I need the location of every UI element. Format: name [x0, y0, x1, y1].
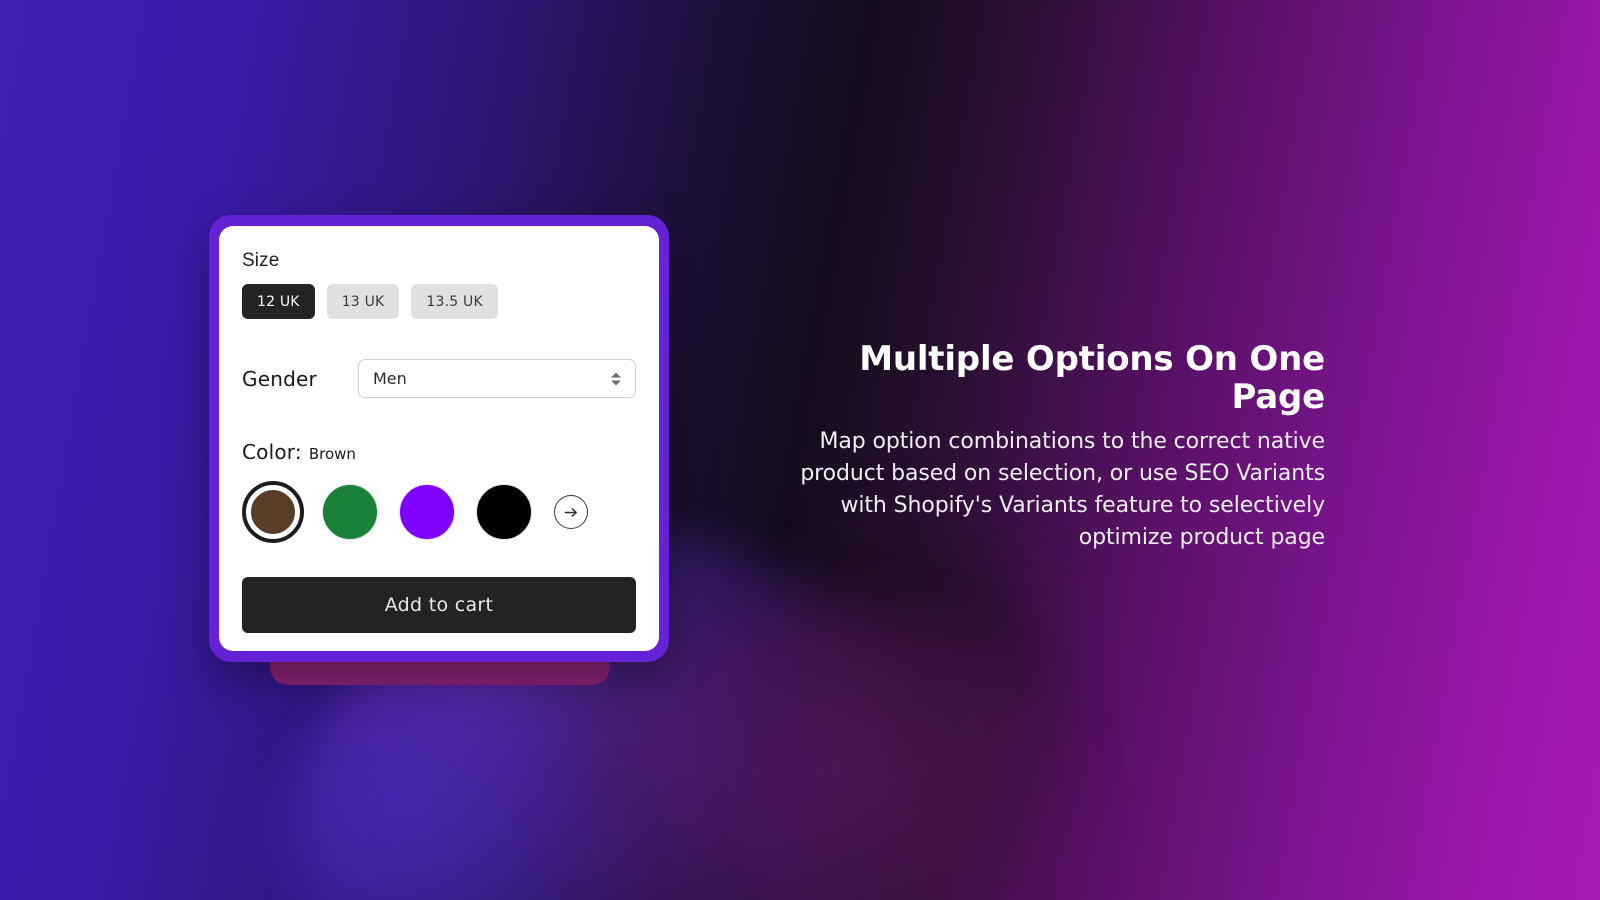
gender-row: Gender Men	[242, 359, 636, 398]
color-selected-name: Brown	[308, 445, 356, 463]
size-option-13uk[interactable]: 13 UK	[326, 284, 400, 319]
size-label: Size	[242, 250, 280, 271]
product-options-card: Size 12 UK 13 UK 13.5 UK Gender Men Colo…	[209, 215, 669, 662]
color-swatch-green[interactable]	[319, 481, 381, 543]
gender-label: Gender	[242, 366, 317, 391]
color-swatch-purple-dot	[399, 484, 455, 540]
color-swatch-group	[242, 481, 636, 543]
color-swatch-brown-dot	[249, 488, 297, 536]
gender-select-value: Men	[373, 369, 407, 388]
color-swatch-black-dot	[476, 484, 532, 540]
color-swatch-green-dot	[322, 484, 378, 540]
feature-title: Multiple Options On One Page	[859, 339, 1325, 418]
color-swatch-purple[interactable]	[396, 481, 458, 543]
color-swatch-brown[interactable]	[242, 481, 304, 543]
color-label: Color:	[242, 440, 302, 464]
arrow-right-icon	[564, 507, 577, 517]
add-to-cart-button[interactable]: Add to cart	[242, 577, 636, 633]
color-swatch-black[interactable]	[473, 481, 535, 543]
product-options-card-stack: Size 12 UK 13 UK 13.5 UK Gender Men Colo…	[209, 215, 669, 685]
size-option-12uk[interactable]: 12 UK	[242, 284, 315, 319]
gender-select[interactable]: Men	[358, 359, 636, 398]
more-colors-button[interactable]	[554, 495, 588, 529]
color-heading: Color: Brown	[242, 440, 636, 464]
size-option-13-5uk[interactable]: 13.5 UK	[411, 284, 498, 319]
feature-description: Map option combinations to the correct n…	[800, 429, 1325, 550]
select-updown-icon	[611, 372, 621, 385]
product-options-card-body: Size 12 UK 13 UK 13.5 UK Gender Men Colo…	[219, 226, 659, 651]
background-stage: Size 12 UK 13 UK 13.5 UK Gender Men Colo…	[0, 0, 1600, 900]
size-option-group: 12 UK 13 UK 13.5 UK	[242, 284, 636, 319]
feature-copy: Multiple Options On One Page Map option …	[800, 340, 1325, 554]
